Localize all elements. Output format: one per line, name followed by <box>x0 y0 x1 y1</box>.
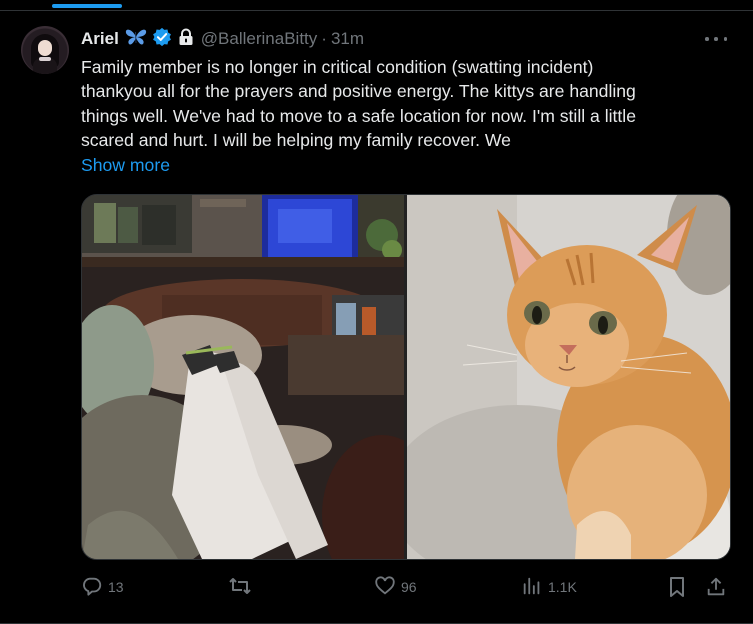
divider <box>0 10 753 11</box>
photo-orange-tabby-cat[interactable] <box>407 195 730 559</box>
bookmark-icon[interactable] <box>667 574 687 600</box>
more-icon[interactable] <box>705 30 727 48</box>
repost-icon <box>228 575 252 600</box>
reply-icon <box>81 575 103 600</box>
views-count: 1.1K <box>548 579 577 595</box>
views-button[interactable]: 1.1K <box>521 574 577 600</box>
views-icon <box>521 575 543 600</box>
photo-legs-on-couch[interactable] <box>82 195 404 559</box>
like-icon <box>374 575 396 600</box>
media-grid[interactable] <box>81 194 731 560</box>
avatar[interactable] <box>21 26 69 74</box>
reply-button[interactable]: 13 <box>81 574 124 600</box>
user-handle[interactable]: @BallerinaBitty <box>201 29 317 49</box>
repost-button[interactable] <box>228 574 257 600</box>
tweet-text: Family member is no longer in critical c… <box>81 57 636 151</box>
tweet-header: Ariel @BallerinaBitty · 31m <box>81 27 364 52</box>
active-tab-indicator <box>52 4 122 8</box>
lock-icon <box>178 28 194 51</box>
reply-count: 13 <box>108 579 124 595</box>
like-count: 96 <box>401 579 417 595</box>
butterfly-icon <box>125 28 147 51</box>
like-button[interactable]: 96 <box>374 574 417 600</box>
timestamp[interactable]: 31m <box>331 29 364 49</box>
show-more-link[interactable]: Show more <box>81 155 170 176</box>
tweet-actions: 13 96 1.1K <box>81 574 729 600</box>
separator-dot: · <box>321 29 327 48</box>
display-name[interactable]: Ariel <box>81 29 119 49</box>
share-icon[interactable] <box>705 574 727 600</box>
verified-icon[interactable] <box>152 27 172 52</box>
